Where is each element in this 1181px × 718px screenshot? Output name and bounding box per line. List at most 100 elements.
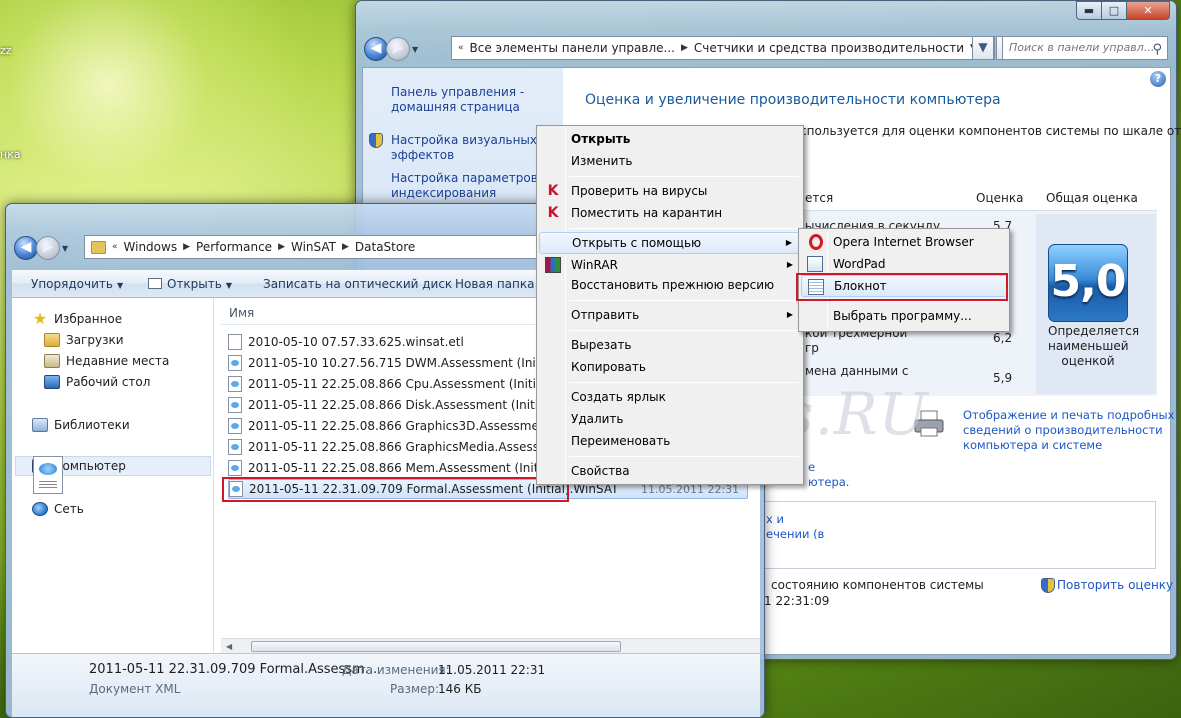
xml-file-icon (228, 439, 242, 455)
desktop-icon (44, 375, 60, 389)
chevron-down-icon: ▼ (116, 281, 124, 290)
score-row-value: 5,9 (993, 371, 1013, 385)
help-icon[interactable]: ? (1150, 71, 1166, 87)
menu-item-copy[interactable]: Копировать (539, 356, 801, 378)
breadcrumb-item[interactable]: Все элементы панели управле... (470, 41, 675, 55)
menu-item-winrar[interactable]: WinRAR ▶ (539, 254, 801, 276)
sidebar-link-home[interactable]: Панель управления - домашняя страница (391, 85, 524, 115)
back-arrow-icon[interactable]: ◀ (364, 37, 388, 61)
highlight-box-file (222, 477, 569, 502)
file-name: 2011-05-11 22.25.08.866 Graphics3D.Asses… (248, 419, 583, 433)
menu-item-send-to[interactable]: Отправить ▶ (539, 304, 801, 326)
caption-line: наименьшей (1048, 339, 1129, 353)
menu-item-opera[interactable]: Opera Internet Browser (801, 231, 1007, 253)
new-folder-button[interactable]: Новая папка (455, 277, 534, 291)
detail-link[interactable]: х и ечении (в (766, 512, 824, 542)
downloads-folder-icon (44, 333, 60, 347)
nav-buttons: ◀ ▶ ▼ (364, 37, 418, 61)
menu-item-wordpad[interactable]: WordPad (801, 253, 1007, 275)
address-dropdown-button[interactable]: ▼ (972, 36, 994, 60)
nav-item-favorites[interactable]: ★ Избранное (32, 311, 123, 327)
menu-item-rename[interactable]: Переименовать (539, 430, 801, 452)
nav-item-desktop[interactable]: Рабочий стол (44, 375, 150, 389)
nav-item-network[interactable]: Сеть (32, 502, 84, 516)
sidebar-link-indexing[interactable]: Настройка параметров индексирования (391, 171, 538, 201)
organize-button[interactable]: Упорядочить ▼ (31, 277, 123, 291)
menu-item-edit[interactable]: Изменить (539, 150, 801, 172)
breadcrumb-overflow-icon[interactable]: « (112, 242, 118, 252)
file-icon (228, 334, 242, 350)
chevron-down-icon: ▼ (225, 281, 232, 290)
open-icon (148, 278, 162, 289)
menu-item-open[interactable]: Открыть (539, 128, 801, 150)
history-dropdown-icon[interactable]: ▼ (412, 45, 418, 54)
sidebar-link-line: Настройка параметров (391, 171, 538, 185)
nav-item-downloads[interactable]: Загрузки (44, 333, 124, 347)
back-arrow-icon[interactable]: ◀ (14, 236, 38, 260)
score-row-label: гр (805, 341, 819, 355)
rerun-assessment-link[interactable]: Повторить оценку (1057, 578, 1173, 593)
breadcrumb-arrow-icon[interactable]: ▶ (681, 43, 688, 53)
nav-item-libraries[interactable]: Библиотеки (32, 418, 130, 432)
breadcrumb-overflow-icon[interactable]: « (458, 43, 464, 53)
menu-label: WinRAR (571, 258, 618, 272)
menu-label: WordPad (833, 257, 886, 271)
uac-shield-icon (1041, 578, 1055, 593)
nav-item-recent-places[interactable]: Недавние места (44, 354, 169, 368)
breadcrumb-arrow-icon[interactable]: ▶ (183, 242, 190, 252)
details-size-label: Размер: (390, 682, 440, 696)
kaspersky-icon: K (547, 205, 559, 221)
nav-label: Избранное (54, 312, 123, 326)
menu-label: Отправить (571, 308, 640, 322)
search-placeholder: Поиск в панели управл... (1009, 41, 1155, 54)
maximize-button[interactable]: □ (1101, 1, 1127, 20)
menu-item-properties[interactable]: Свойства (539, 460, 801, 482)
sidebar-link-line: индексирования (391, 186, 497, 200)
desktop-icon-label[interactable]: нка (0, 148, 21, 161)
breadcrumb-arrow-icon[interactable]: ▶ (342, 242, 349, 252)
horizontal-scrollbar[interactable]: ◀ (221, 638, 760, 653)
burn-disc-button[interactable]: Записать на оптический диск (263, 277, 452, 291)
desktop-icon-label[interactable]: zz (0, 44, 12, 57)
partial-link[interactable]: е (808, 460, 815, 475)
breadcrumb-item[interactable]: Счетчики и средства производительности (694, 41, 964, 55)
breadcrumb-item[interactable]: Windows (124, 240, 178, 254)
menu-label: Поместить на карантин (571, 206, 723, 220)
address-bar[interactable]: « Windows ▶ Performance ▶ WinSAT ▶ DataS… (84, 235, 554, 259)
menu-item-delete[interactable]: Удалить (539, 408, 801, 430)
open-button[interactable]: Открыть ▼ (148, 277, 232, 291)
nav-label: Загрузки (66, 333, 124, 347)
sidebar-link-visual-effects[interactable]: Настройка визуальных эффектов (391, 133, 537, 163)
scroll-left-icon[interactable]: ◀ (226, 639, 232, 654)
menu-item-cut[interactable]: Вырезать (539, 334, 801, 356)
menu-item-choose-program[interactable]: Выбрать программу... (801, 305, 1007, 327)
scrollbar-thumb[interactable] (251, 641, 621, 652)
print-details-link[interactable]: Отображение и печать подробных сведений … (963, 408, 1174, 453)
menu-separator (569, 176, 799, 177)
breadcrumb-item[interactable]: Performance (196, 240, 272, 254)
forward-arrow-icon[interactable]: ▶ (386, 37, 410, 61)
breadcrumb-item[interactable]: WinSAT (291, 240, 336, 254)
menu-item-restore-previous[interactable]: Восстановить прежнюю версию (539, 274, 801, 296)
menu-separator (831, 301, 1005, 302)
menu-item-create-shortcut[interactable]: Создать ярлык (539, 386, 801, 408)
search-input[interactable]: Поиск в панели управл... ⚲ (1002, 36, 1168, 60)
partial-link[interactable]: ютера. (808, 475, 849, 490)
close-button[interactable]: ✕ (1126, 1, 1170, 20)
kaspersky-icon: K (547, 183, 559, 199)
menu-item-quarantine[interactable]: K Поместить на карантин (539, 202, 801, 224)
menu-item-open-with[interactable]: Открыть с помощью ▶ (539, 232, 801, 254)
search-icon[interactable]: ⚲ (1152, 39, 1162, 61)
menu-separator (569, 456, 799, 457)
minimize-button[interactable]: ▬ (1076, 1, 1102, 20)
history-dropdown-icon[interactable]: ▼ (62, 244, 68, 253)
menu-item-scan-virus[interactable]: K Проверить на вирусы (539, 180, 801, 202)
nav-label: Библиотеки (54, 418, 130, 432)
column-header-name[interactable]: Имя (229, 306, 254, 320)
breadcrumb-arrow-icon[interactable]: ▶ (278, 242, 285, 252)
address-bar[interactable]: « Все элементы панели управле... ▶ Счетч… (451, 36, 995, 60)
breadcrumb-item[interactable]: DataStore (355, 240, 415, 254)
forward-arrow-icon[interactable]: ▶ (36, 236, 60, 260)
link-line: Отображение и печать подробных (963, 408, 1175, 422)
score-row-value: 6,2 (993, 331, 1013, 345)
